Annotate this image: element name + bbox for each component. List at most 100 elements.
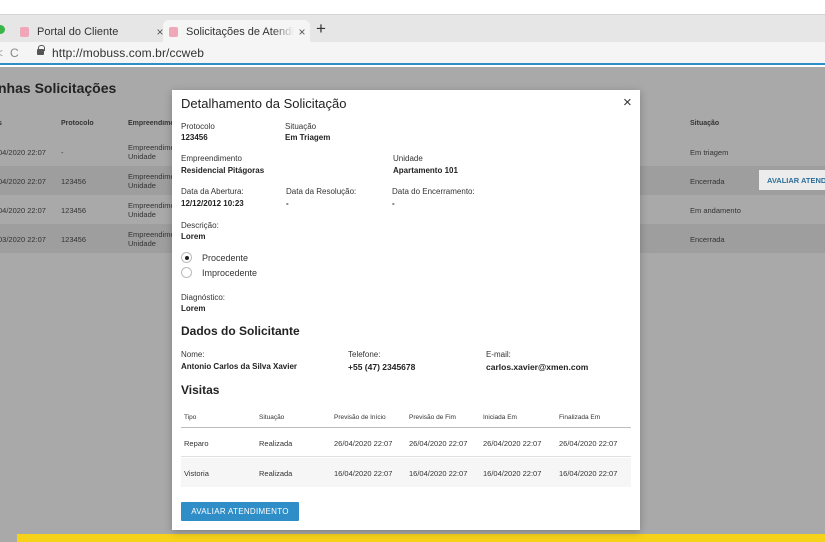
solicitante-section-title: Dados do Solicitante: [181, 324, 300, 338]
cell-date: 03/2020 22:07: [0, 235, 46, 244]
unidade-text: Unidade: [128, 239, 156, 248]
close-tab-icon[interactable]: ×: [294, 25, 310, 39]
empreendimento-value: Residencial Pitágoras: [181, 166, 265, 175]
cell-iniciada: 26/04/2020 22:07: [483, 439, 542, 448]
encerramento-label: Data do Encerramento:: [392, 187, 475, 196]
situacao-value: Em Triagem: [285, 133, 331, 142]
browser-window: Portal do Cliente × Solicitações de Aten…: [0, 0, 825, 542]
unidade-text: Unidade: [128, 181, 156, 190]
column-header: Tipo: [184, 414, 197, 421]
improcedente-label[interactable]: Improcedente: [202, 268, 257, 278]
tab-portal-do-cliente[interactable]: Portal do Cliente ×: [14, 20, 168, 43]
email-label: E-mail:: [486, 350, 511, 359]
cell-inicio: 26/04/2020 22:07: [334, 439, 393, 448]
column-header: Situação: [259, 414, 285, 421]
visitas-section-title: Visitas: [181, 383, 220, 397]
cell-empreendimento: EmpreendimentoUnidade: [128, 201, 175, 219]
url-field[interactable]: http://mobuss.com.br/ccweb: [52, 46, 204, 60]
cell-empreendimento: EmpreendimentoUnidade: [128, 143, 175, 161]
column-header: s: [0, 120, 2, 127]
encerramento-value: -: [392, 199, 395, 208]
abertura-label: Data da Abertura:: [181, 187, 244, 196]
empreendimento-text: Empreendimento: [128, 143, 175, 152]
cell-inicio: 16/04/2020 22:07: [334, 469, 393, 478]
column-header: Protocolo: [61, 120, 94, 127]
cell-situacao: Realizada: [259, 439, 293, 448]
cell-date: 04/2020 22:07: [0, 148, 46, 157]
unidade-text: Unidade: [128, 152, 156, 161]
cell-empreendimento: EmpreendimentoUnidade: [128, 172, 175, 190]
cell-situacao: Em triagem: [690, 148, 729, 157]
avaliar-atendimento-button[interactable]: AVALIAR ATENDIMENTO: [181, 502, 299, 521]
email-value: carlos.xavier@xmen.com: [486, 362, 589, 372]
cell-situacao: Encerrada: [690, 235, 725, 244]
descricao-value: Lorem: [181, 232, 206, 241]
cell-date: 04/2020 22:07: [0, 206, 46, 215]
protocolo-label: Protocolo: [181, 122, 215, 131]
cell-fim: 26/04/2020 22:07: [409, 439, 468, 448]
column-header: Previsão de Início: [334, 414, 386, 421]
situacao-label: Situação: [285, 122, 317, 131]
column-header: Iniciada Em: [483, 414, 517, 421]
nome-label: Nome:: [181, 350, 205, 359]
lock-icon: [37, 45, 45, 55]
cell-empreendimento: EmpreendimentoUnidade: [128, 230, 175, 248]
close-icon[interactable]: ×: [623, 94, 632, 111]
protocolo-value: 123456: [181, 133, 208, 142]
cell-fim: 16/04/2020 22:07: [409, 469, 468, 478]
tab-solicitacoes[interactable]: Solicitações de Atendimento ×: [163, 20, 310, 43]
favicon-icon: [169, 26, 178, 37]
address-bar: < C http://mobuss.com.br/ccweb: [0, 42, 825, 65]
procedente-label[interactable]: Procedente: [202, 253, 248, 263]
cell-finalizada: 16/04/2020 22:07: [559, 469, 618, 478]
cell-situacao: Encerrada: [690, 177, 725, 186]
row-evaluate-button[interactable]: AVALIAR ATENDIMENTO: [759, 170, 825, 190]
column-header: Situação: [690, 120, 720, 127]
cell-situacao: Realizada: [259, 469, 293, 478]
nome-value: Antonio Carlos da Silva Xavier: [181, 362, 298, 371]
cell-iniciada: 16/04/2020 22:07: [483, 469, 542, 478]
cell-tipo: Reparo: [184, 439, 209, 448]
telefone-label: Telefone:: [348, 350, 381, 359]
cell-date: 04/2020 22:07: [0, 177, 46, 186]
unidade-text: Unidade: [128, 210, 156, 219]
cell-protocol: -: [61, 148, 64, 157]
abertura-value: 12/12/2012 10:23: [181, 199, 244, 208]
window-control-icon[interactable]: [0, 25, 5, 34]
empreendimento-text: Empreendimento: [128, 172, 175, 181]
empreendimento-text: Empreendimento: [128, 201, 175, 210]
unidade-value: Apartamento 101: [393, 166, 458, 175]
modal-title: Detalhamento da Solicitação: [181, 96, 347, 111]
tab-title: Portal do Cliente: [37, 25, 119, 38]
tab-bar: Portal do Cliente × Solicitações de Aten…: [0, 14, 825, 43]
diagnostico-value: Lorem: [181, 304, 206, 313]
cell-situacao: Em andamento: [690, 206, 741, 215]
diagnostico-label: Diagnóstico:: [181, 293, 226, 302]
highlight-bar: [17, 534, 825, 542]
cell-protocol: 123456: [61, 235, 87, 244]
empreendimento-label: Empreendimento: [181, 154, 242, 163]
back-icon[interactable]: <: [0, 46, 3, 60]
visitas-table-header: Tipo Situação Previsão de Início Previsã…: [181, 406, 631, 428]
resolucao-value: -: [286, 199, 289, 208]
column-header: Previsão de Fim: [409, 414, 456, 421]
cell-protocol: 123456: [61, 177, 87, 186]
resolucao-label: Data da Resolução:: [286, 187, 357, 196]
cell-finalizada: 26/04/2020 22:07: [559, 439, 618, 448]
tab-title: Solicitações de Atendimento: [186, 25, 294, 38]
procedente-radio[interactable]: [181, 252, 192, 263]
empreendimento-text: Empreendimento: [128, 230, 175, 239]
page-title: nhas Solicitações: [0, 80, 117, 96]
unidade-label: Unidade: [393, 154, 423, 163]
reload-icon[interactable]: C: [10, 46, 19, 60]
new-tab-button[interactable]: +: [316, 19, 326, 39]
table-row: Vistoria Realizada 16/04/2020 22:07 16/0…: [181, 458, 631, 487]
cell-tipo: Vistoria: [184, 469, 209, 478]
request-detail-modal: Detalhamento da Solicitação × Protocolo …: [172, 90, 640, 530]
cell-protocol: 123456: [61, 206, 87, 215]
column-header: Finalizada Em: [559, 414, 601, 421]
telefone-value: +55 (47) 2345678: [348, 362, 416, 372]
column-header: Empreendimento: [128, 120, 175, 127]
improcedente-radio[interactable]: [181, 267, 192, 278]
favicon-icon: [20, 26, 29, 37]
